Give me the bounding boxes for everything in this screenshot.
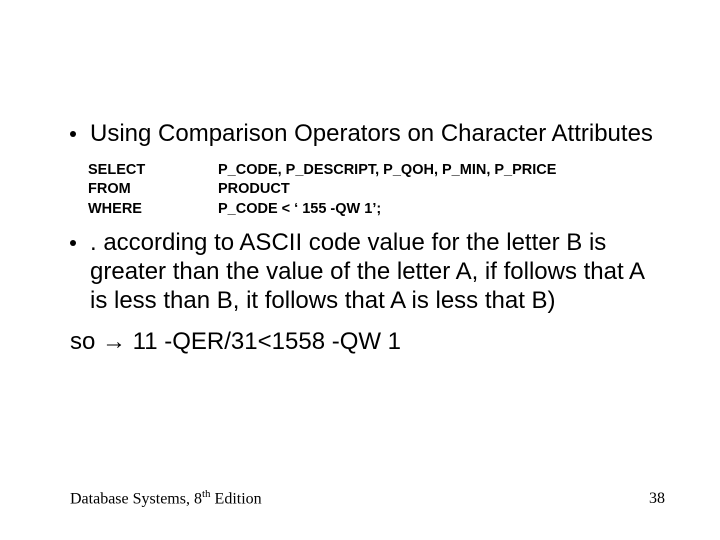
sql-where-row: WHERE P_CODE < ‘ 155 -QW 1’; [88,200,665,220]
bullet-item-2: . according to ASCII code value for the … [70,229,665,315]
footer-page-number: 38 [649,490,665,508]
sql-block: SELECT P_CODE, P_DESCRIPT, P_QOH, P_MIN,… [88,161,665,220]
bullet-text-2: . according to ASCII code value for the … [90,229,665,315]
sql-keyword-from: FROM [88,180,218,200]
footer-book: Database Systems, 8th Edition [70,488,262,508]
so-line: so → 11 -QER/31<1558 -QW 1 [70,328,665,357]
content-area: Using Comparison Operators on Character … [70,120,665,357]
so-rest: 11 -QER/31<1558 -QW 1 [126,328,401,355]
footer-book-suffix: Edition [211,490,262,507]
slide: Using Comparison Operators on Character … [0,0,720,540]
sql-select-rest: P_CODE, P_DESCRIPT, P_QOH, P_MIN, P_PRIC… [218,161,665,181]
so-prefix: so [70,328,102,355]
bullet-dot-icon [70,240,76,246]
sql-keyword-where: WHERE [88,200,218,220]
sql-from-row: FROM PRODUCT [88,180,665,200]
sql-select-row: SELECT P_CODE, P_DESCRIPT, P_QOH, P_MIN,… [88,161,665,181]
arrow-icon: → [102,328,126,357]
sql-keyword-select: SELECT [88,161,218,181]
footer-ordinal: th [202,488,211,500]
bullet-text-1: Using Comparison Operators on Character … [90,120,665,149]
bullet-item-1: Using Comparison Operators on Character … [70,120,665,149]
second-bullet-group: . according to ASCII code value for the … [70,229,665,356]
sql-from-rest: PRODUCT [218,180,665,200]
sql-where-rest: P_CODE < ‘ 155 -QW 1’; [218,200,665,220]
bullet-dot-icon [70,131,76,137]
footer-book-prefix: Database Systems, 8 [70,490,202,507]
